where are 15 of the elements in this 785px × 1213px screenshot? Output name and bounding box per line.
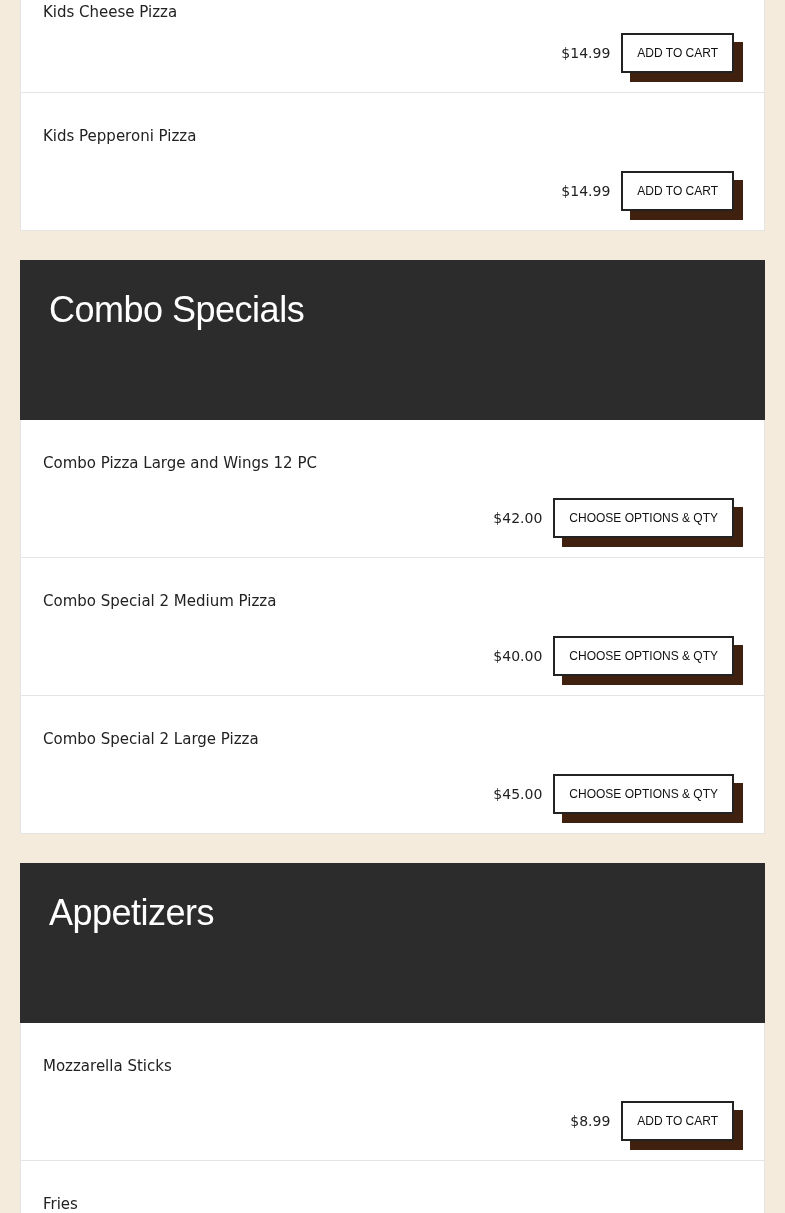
item-price: $14.99 bbox=[561, 45, 611, 61]
item-name: Kids Pepperoni Pizza bbox=[43, 126, 197, 147]
item-name: Kids Cheese Pizza bbox=[43, 2, 178, 23]
item-price: $42.00 bbox=[493, 510, 543, 526]
item-name: Fries bbox=[43, 1194, 78, 1213]
category-title: Appetizers bbox=[49, 891, 215, 935]
item-name: Mozzarella Sticks bbox=[43, 1056, 172, 1077]
item-price: $40.00 bbox=[493, 648, 543, 664]
item-price: $45.00 bbox=[493, 786, 543, 802]
item-price: $14.99 bbox=[561, 183, 611, 199]
item-name: Combo Pizza Large and Wings 12 PC bbox=[43, 453, 317, 474]
item-name: Combo Special 2 Large Pizza bbox=[43, 729, 259, 750]
item-price: $8.99 bbox=[570, 1113, 611, 1129]
item-name: Combo Special 2 Medium Pizza bbox=[43, 591, 277, 612]
category-title: Combo Specials bbox=[49, 288, 305, 332]
